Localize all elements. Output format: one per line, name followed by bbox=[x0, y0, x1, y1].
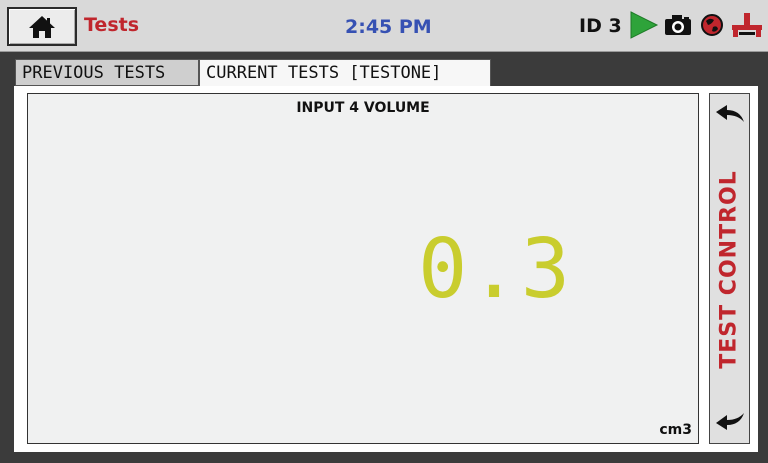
measurement-title: INPUT 4 VOLUME bbox=[296, 100, 430, 116]
device-id-label: ID 3 bbox=[579, 15, 622, 37]
camera-icon[interactable] bbox=[664, 13, 692, 43]
measurement-unit: cm3 bbox=[659, 422, 692, 438]
test-control-text: TEST CONTROL bbox=[717, 169, 743, 369]
network-icon[interactable] bbox=[730, 11, 764, 41]
measurement-display: INPUT 4 VOLUME 0.3 cm3 bbox=[27, 93, 699, 444]
test-control-panel[interactable]: TEST CONTROL bbox=[709, 93, 750, 444]
clock-time: 2:45 PM bbox=[345, 16, 432, 38]
tab-previous-tests[interactable]: PREVIOUS TESTS bbox=[15, 59, 199, 86]
home-icon bbox=[29, 15, 55, 38]
home-button[interactable] bbox=[7, 7, 77, 46]
measurement-value: 0.3 bbox=[418, 222, 573, 317]
play-icon[interactable] bbox=[628, 10, 660, 40]
back-arrow-icon[interactable] bbox=[713, 98, 747, 130]
back-arrow-down-icon[interactable] bbox=[713, 405, 747, 437]
globe-icon[interactable] bbox=[700, 13, 726, 43]
tab-current-tests[interactable]: CURRENT TESTS [TESTONE] bbox=[199, 59, 491, 87]
test-control-label: TEST CONTROL bbox=[710, 136, 749, 402]
top-bar: Tests 2:45 PM ID 3 bbox=[0, 0, 768, 52]
app-title: Tests bbox=[84, 14, 140, 36]
